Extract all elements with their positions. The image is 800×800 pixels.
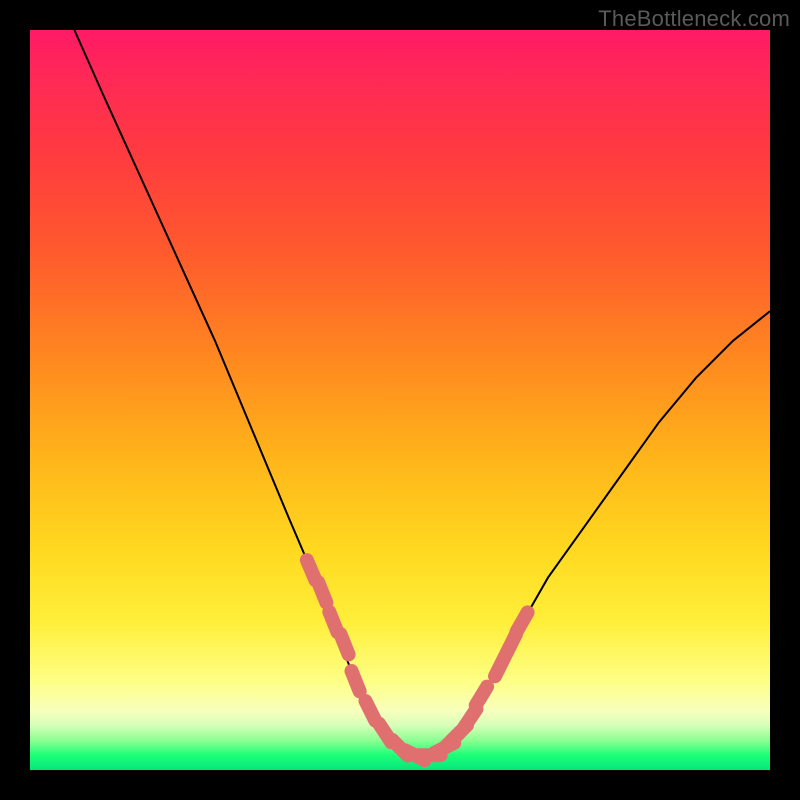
marker-dot [516, 616, 529, 629]
marker-dot [338, 638, 351, 651]
marker-dot [349, 675, 362, 688]
marker-dot [464, 712, 477, 725]
marker-group [305, 560, 529, 761]
chart-frame: TheBottleneck.com [0, 0, 800, 800]
bottleneck-curve [74, 30, 770, 755]
marker-dot [475, 690, 488, 703]
marker-dot [494, 660, 507, 673]
marker-dot [316, 586, 329, 599]
watermark-text: TheBottleneck.com [598, 6, 790, 32]
marker-dot [505, 638, 518, 651]
marker-dot [305, 564, 318, 577]
plot-area [30, 30, 770, 770]
marker-dot [327, 616, 340, 629]
chart-svg [30, 30, 770, 770]
marker-dot [364, 705, 377, 718]
